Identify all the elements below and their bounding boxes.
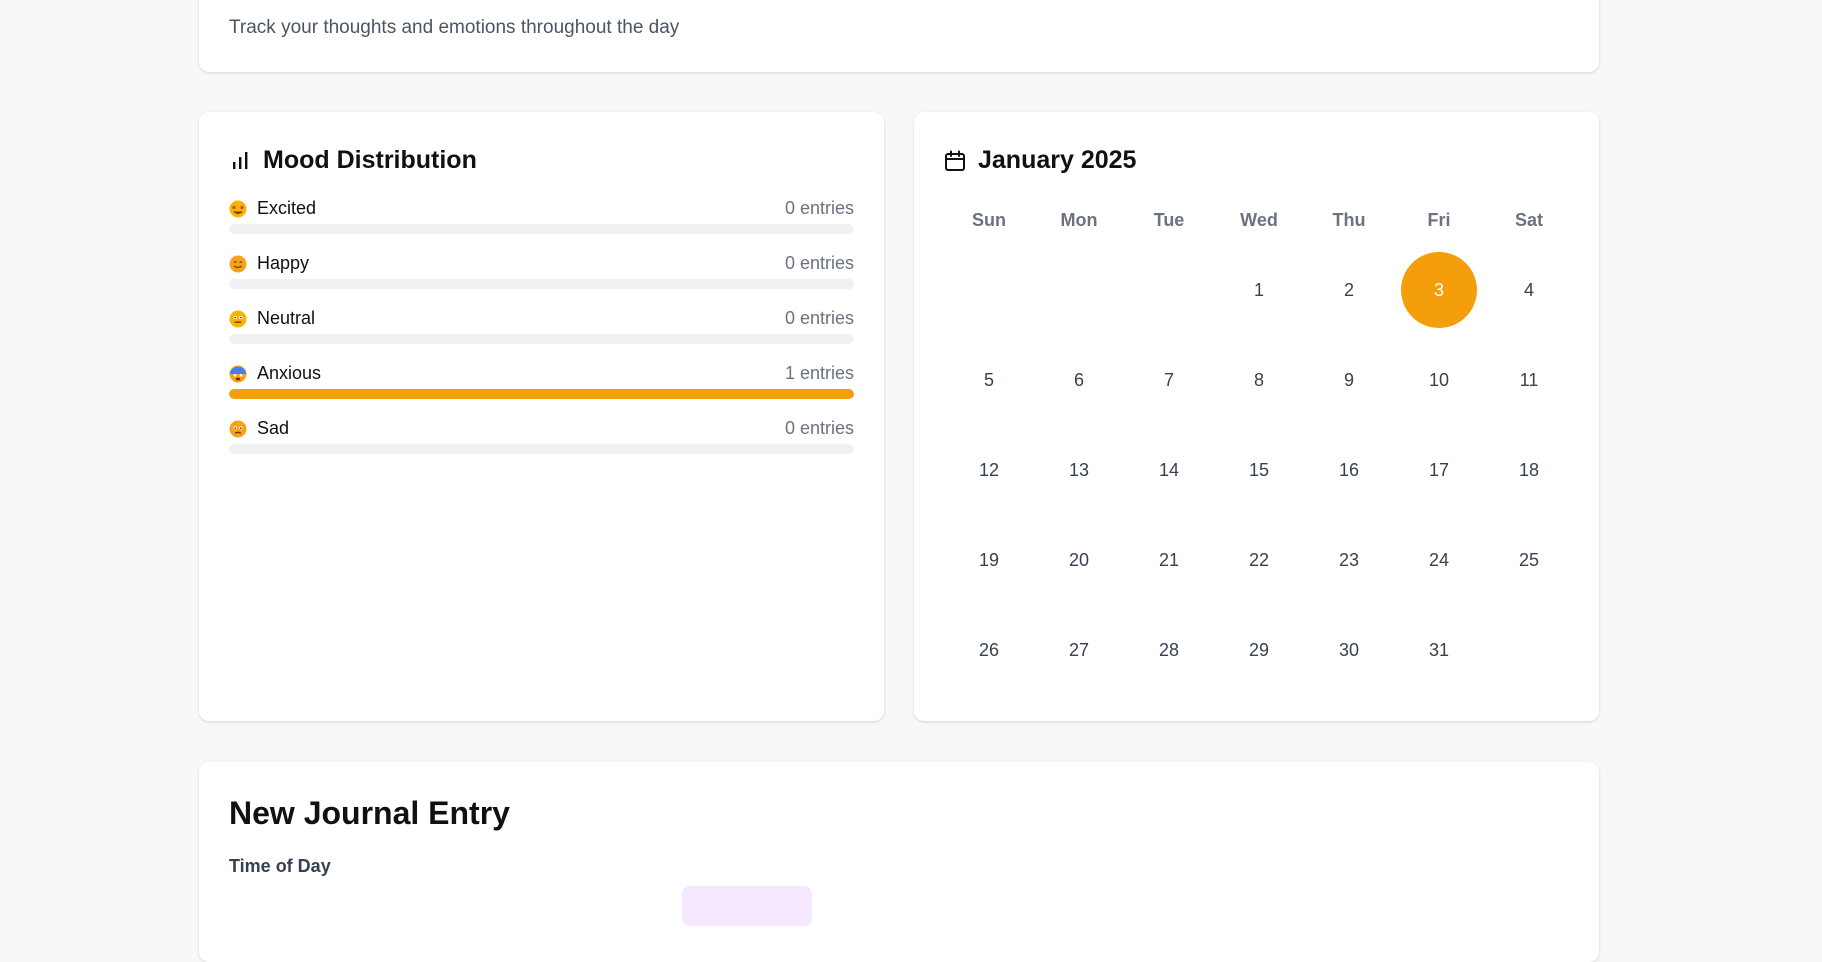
calendar-day-13[interactable]: 13 [1041,432,1117,508]
mood-row-anxious: Anxious 1 entries [229,363,854,403]
calendar-day-2[interactable]: 2 [1311,252,1387,328]
calendar-day-15[interactable]: 15 [1221,432,1297,508]
mood-label-group: Anxious [229,363,321,384]
calendar-day-20[interactable]: 20 [1041,522,1117,598]
calendar-day-31[interactable]: 31 [1401,612,1477,688]
mood-label: Neutral [257,308,316,328]
calendar-day-7[interactable]: 7 [1131,342,1207,418]
calendar-day-5[interactable]: 5 [951,342,1027,418]
mood-row-sad: Sad 0 entries [229,418,854,458]
weekday-header-fri: Fri [1427,210,1451,230]
mood-distribution-title: Mood Distribution [263,146,477,174]
calendar-month-title: January 2025 [978,146,1137,174]
mood-progress-track [229,389,854,399]
mood-progress-track [229,444,854,454]
mood-progress-track [229,334,854,344]
calendar-day-19[interactable]: 19 [951,522,1027,598]
mood-entry-count: 0 entries [784,308,854,328]
mood-progress-track [229,279,854,289]
mood-label: Happy [257,253,310,273]
calendar-day-23[interactable]: 23 [1311,522,1387,598]
calendar-day-29[interactable]: 29 [1221,612,1297,688]
calendar-day-26[interactable]: 26 [951,612,1027,688]
star-struck-emoji-icon [229,200,247,218]
mood-label: Excited [257,198,317,218]
weekday-header-thu: Thu [1332,210,1366,230]
smiling-face-emoji-icon [229,255,247,273]
time-of-day-label: Time of Day [229,856,331,876]
calendar-day-3[interactable]: 3 [1401,252,1477,328]
calendar-day-27[interactable]: 27 [1041,612,1117,688]
weekday-header-tue: Tue [1153,210,1185,230]
mood-distribution-heading: Mood Distribution [229,146,477,175]
weekday-header-mon: Mon [1060,210,1098,230]
calendar-day-9[interactable]: 9 [1311,342,1387,418]
header-card: Track your thoughts and emotions through… [199,0,1599,72]
calendar-day-8[interactable]: 8 [1221,342,1297,418]
mood-label: Anxious [257,363,322,383]
calendar-day-24[interactable]: 24 [1401,522,1477,598]
bar-chart-icon [229,150,251,172]
new-entry-title: New Journal Entry [229,795,510,831]
mood-progress-track [229,224,854,234]
neutral-face-emoji-icon [229,310,247,328]
calendar-day-22[interactable]: 22 [1221,522,1297,598]
mood-label: Sad [257,418,290,438]
new-entry-card: New Journal Entry Time of Day [199,762,1599,962]
calendar-heading: January 2025 [944,146,1136,175]
calendar-day-11[interactable]: 11 [1491,342,1567,418]
calendar-day-18[interactable]: 18 [1491,432,1567,508]
calendar-day-25[interactable]: 25 [1491,522,1567,598]
mood-label-group: Excited [229,198,316,219]
weekday-header-wed: Wed [1240,210,1278,230]
calendar-day-14[interactable]: 14 [1131,432,1207,508]
mood-row-happy: Happy 0 entries [229,253,854,293]
calendar-day-30[interactable]: 30 [1311,612,1387,688]
mood-progress-fill [229,389,854,399]
mood-entry-count: 0 entries [784,418,854,438]
calendar-card: January 2025 Sun Mon Tue Wed Thu Fri Sat 1 2 3 4 5 6… [914,112,1599,721]
mood-entry-count: 0 entries [784,253,854,273]
time-of-day-option[interactable] [682,886,812,926]
calendar-day-4[interactable]: 4 [1491,252,1567,328]
weekday-header-sun: Sun [972,210,1006,230]
mood-row-neutral: Neutral 0 entries [229,308,854,348]
mood-label-group: Sad [229,418,289,439]
calendar-day-16[interactable]: 16 [1311,432,1387,508]
calendar-day-28[interactable]: 28 [1131,612,1207,688]
calendar-day-17[interactable]: 17 [1401,432,1477,508]
mood-entry-count: 1 entries [784,363,854,383]
calendar-day-21[interactable]: 21 [1131,522,1207,598]
page-subtitle: Track your thoughts and emotions through… [229,17,680,38]
mood-label-group: Neutral [229,308,315,329]
weekday-header-sat: Sat [1514,210,1543,230]
calendar-icon [944,150,966,172]
mood-label-group: Happy [229,253,309,274]
mood-distribution-card: Mood Distribution Excited 0 entries Happy 0… [199,112,884,721]
anxious-face-emoji-icon [229,365,247,383]
mood-row-excited: Excited 0 entries [229,198,854,238]
mood-entry-count: 0 entries [784,198,854,218]
calendar-day-12[interactable]: 12 [951,432,1027,508]
calendar-day-1[interactable]: 1 [1221,252,1297,328]
calendar-day-6[interactable]: 6 [1041,342,1117,418]
sad-face-emoji-icon [229,420,247,438]
calendar-day-10[interactable]: 10 [1401,342,1477,418]
